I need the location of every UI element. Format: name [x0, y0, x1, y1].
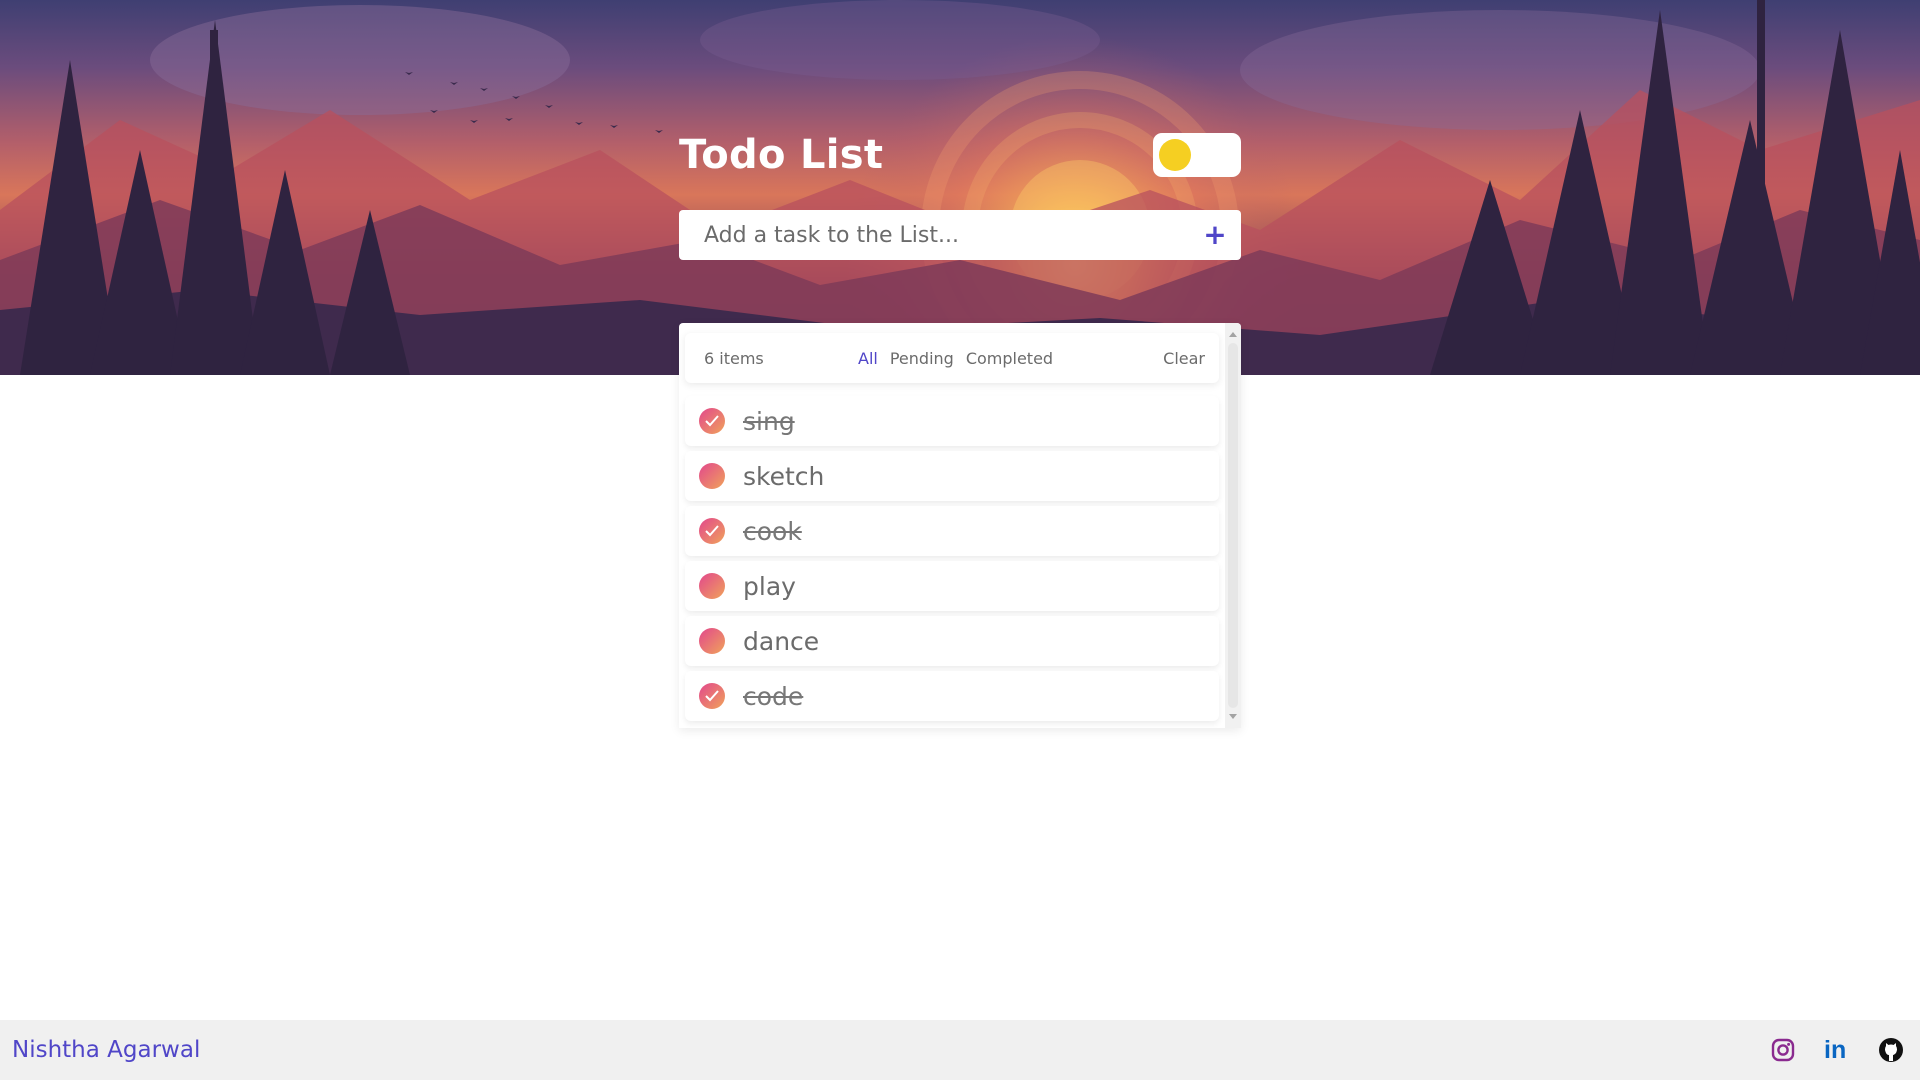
task-checkbox[interactable]	[699, 573, 725, 599]
checkmark-icon	[705, 415, 719, 427]
plus-icon[interactable]: +	[1201, 221, 1229, 249]
task-text: sing	[743, 406, 795, 436]
items-count: 6 items	[704, 348, 764, 368]
instagram-icon[interactable]	[1770, 1037, 1796, 1063]
task-list-scrollbar[interactable]	[1225, 323, 1241, 728]
author-name-link[interactable]: Nishtha Agarwal	[12, 1037, 200, 1063]
task-text: sketch	[743, 461, 825, 491]
filter-bar: 6 items All Pending Completed Clear	[685, 333, 1219, 383]
task-item: play	[685, 561, 1219, 611]
add-task-input[interactable]	[704, 222, 1201, 248]
title-row: Todo List	[679, 125, 1241, 185]
sun-icon	[1159, 139, 1191, 171]
task-item: code	[685, 671, 1219, 721]
task-list: sing sketch cook play dance code	[685, 396, 1219, 721]
task-item: dance	[685, 616, 1219, 666]
task-checkbox[interactable]	[699, 518, 725, 544]
task-item: cook	[685, 506, 1219, 556]
add-task-bar: +	[679, 210, 1241, 260]
task-checkbox[interactable]	[699, 683, 725, 709]
clear-button[interactable]: Clear	[1163, 349, 1205, 368]
checkmark-icon	[705, 690, 719, 702]
task-item: sketch	[685, 451, 1219, 501]
task-text: dance	[743, 626, 820, 656]
todo-app-header: Todo List +	[679, 125, 1241, 260]
task-checkbox[interactable]	[699, 628, 725, 654]
tab-all[interactable]: All	[858, 349, 878, 368]
scrollbar-thumb[interactable]	[1228, 343, 1238, 708]
tab-pending[interactable]: Pending	[890, 349, 954, 368]
task-text: code	[743, 681, 804, 711]
task-text: play	[743, 571, 796, 601]
social-links: in	[1770, 1037, 1908, 1063]
task-list-panel: 6 items All Pending Completed Clear sing…	[679, 323, 1241, 728]
page-title: Todo List	[679, 132, 884, 178]
task-list-content: 6 items All Pending Completed Clear sing…	[679, 323, 1225, 728]
scroll-down-arrow-icon[interactable]	[1229, 714, 1237, 719]
theme-toggle[interactable]	[1153, 133, 1241, 177]
footer: Nishtha Agarwal in	[0, 1020, 1920, 1080]
linkedin-icon[interactable]: in	[1824, 1037, 1850, 1063]
checkmark-icon	[705, 525, 719, 537]
task-checkbox[interactable]	[699, 463, 725, 489]
task-text: cook	[743, 516, 802, 546]
tab-completed[interactable]: Completed	[966, 349, 1053, 368]
task-checkbox[interactable]	[699, 408, 725, 434]
filter-tabs: All Pending Completed	[858, 349, 1163, 368]
scroll-up-arrow-icon[interactable]	[1229, 332, 1237, 337]
github-icon[interactable]	[1878, 1037, 1904, 1063]
task-item: sing	[685, 396, 1219, 446]
